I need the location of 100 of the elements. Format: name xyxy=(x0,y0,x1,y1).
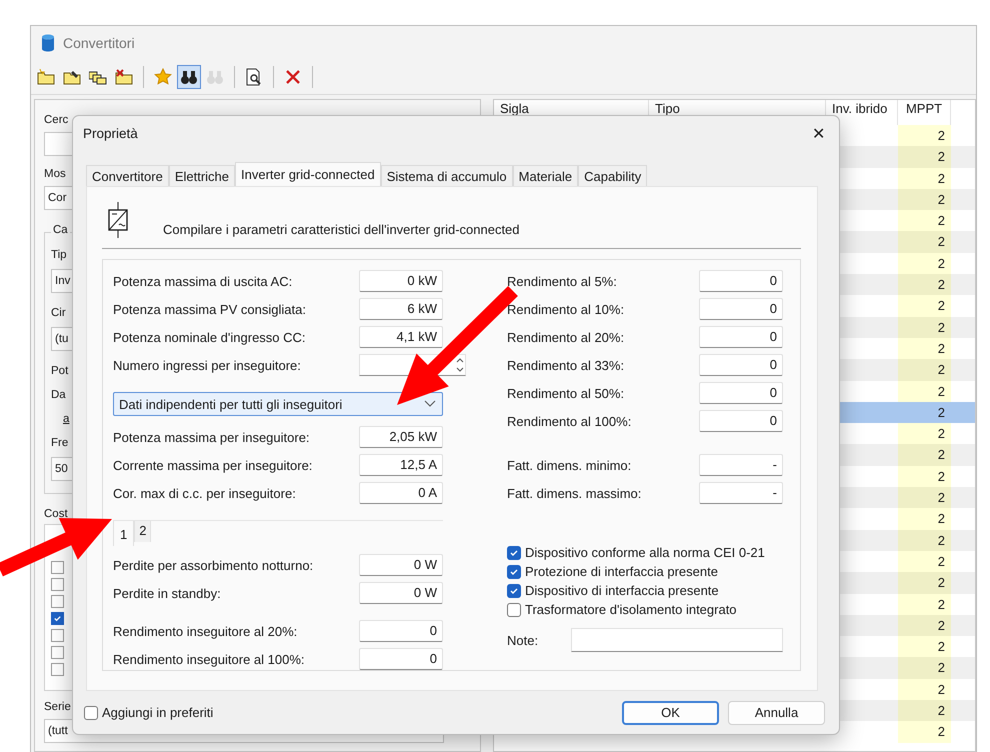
table-cell: 2 xyxy=(898,466,951,488)
field-label: Potenza nominale d'ingresso CC: xyxy=(113,330,306,344)
table-cell: 2 xyxy=(898,423,951,444)
group-title: Ca xyxy=(51,224,70,236)
cost-label: Cost xyxy=(44,506,68,522)
show-label: Mos xyxy=(44,166,66,182)
filter-label: Cir xyxy=(51,306,66,321)
field-label: Rendimento al 20%: xyxy=(507,330,624,344)
table-cell: 2 xyxy=(898,125,951,146)
list-checkbox[interactable] xyxy=(51,662,64,676)
search-label: Cerc xyxy=(44,113,68,128)
checkbox-label: Protezione di interfaccia presente xyxy=(525,564,718,579)
value-field[interactable]: 4,1 kW xyxy=(359,326,443,348)
value-field[interactable]: 0 W xyxy=(359,582,443,604)
table-cell: 2 xyxy=(898,636,951,658)
tracker-tab[interactable]: 2 xyxy=(134,521,152,542)
table-cell: 2 xyxy=(898,721,951,743)
list-checkbox[interactable] xyxy=(51,612,64,625)
list-checkbox[interactable] xyxy=(51,578,64,591)
field-label: Potenza massima PV consigliata: xyxy=(113,302,306,316)
binoculars-icon xyxy=(180,68,198,84)
field-label: Rendimento al 5%: xyxy=(507,274,617,288)
window-title: Convertitori xyxy=(63,34,135,50)
value-field[interactable]: 0 A xyxy=(359,482,443,504)
tab[interactable]: Convertitore xyxy=(86,165,169,186)
filter-link[interactable]: a xyxy=(51,408,70,429)
field-label: Numero ingressi per inseguitore: xyxy=(113,358,301,372)
folders-icon xyxy=(89,68,107,84)
filter-label: Tip xyxy=(51,248,67,263)
tab[interactable]: Inverter grid-connected xyxy=(235,162,381,186)
filter-label: Fre xyxy=(51,436,68,451)
table-cell: 2 xyxy=(898,168,951,189)
dialog-button[interactable]: Annulla xyxy=(728,700,825,724)
table-cell: 2 xyxy=(898,274,951,296)
table-cell: 2 xyxy=(898,316,951,338)
list-checkbox[interactable] xyxy=(51,560,64,574)
value-field[interactable]: 0 kW xyxy=(359,270,443,292)
favorite-checkbox[interactable] xyxy=(84,706,98,720)
star-icon xyxy=(154,68,172,86)
section-description: Compilare i parametri caratteristici dell'inverter grid-connected xyxy=(163,222,520,237)
table-cell: 2 xyxy=(898,444,951,466)
value-field[interactable]: 0 xyxy=(699,298,783,320)
field-label: Cor. max di c.c. per inseguitore: xyxy=(113,486,296,500)
value-field[interactable]: 12,5 A xyxy=(359,454,443,476)
value-field[interactable]: 6 kW xyxy=(359,298,443,320)
option-checkbox[interactable] xyxy=(507,602,521,616)
list-checkbox[interactable] xyxy=(51,628,64,642)
edit-folder-icon xyxy=(63,68,81,84)
field-label: Rendimento al 10%: xyxy=(507,302,624,316)
value-field[interactable]: 0 xyxy=(699,354,783,376)
field-label: Fatt. dimens. minimo: xyxy=(507,458,632,472)
value-field[interactable]: 0 W xyxy=(359,554,443,576)
value-field[interactable]: - xyxy=(699,482,783,504)
list-checkbox[interactable] xyxy=(51,646,64,659)
value-field[interactable]: 0 xyxy=(699,382,783,404)
table-cell: 2 xyxy=(898,231,951,253)
tab[interactable]: Capability xyxy=(578,165,648,186)
table-cell: 2 xyxy=(898,146,951,168)
tab[interactable]: Materiale xyxy=(512,165,578,186)
dialog-button[interactable]: OK xyxy=(622,700,719,724)
table-cell: 2 xyxy=(898,252,951,274)
table-cell: 2 xyxy=(898,657,951,679)
chevron-down-icon xyxy=(424,400,436,408)
option-checkbox[interactable] xyxy=(507,546,521,560)
delete-icon xyxy=(285,68,301,84)
field-label: Rendimento al 33%: xyxy=(507,358,624,372)
value-field[interactable]: 0 xyxy=(699,410,783,432)
series-label: Serie xyxy=(44,700,71,715)
field-label: Potenza massima di uscita AC: xyxy=(113,274,292,288)
value-field[interactable]: 0 xyxy=(699,270,783,292)
value-field[interactable]: - xyxy=(699,454,783,476)
filter-label: Da xyxy=(51,388,66,403)
table-cell: 2 xyxy=(898,188,951,210)
option-checkbox[interactable] xyxy=(507,564,521,578)
checkbox-label: Trasformatore d'isolamento integrato xyxy=(525,602,737,617)
document-search-icon xyxy=(246,68,262,86)
checkbox-label: Dispositivo di interfaccia presente xyxy=(525,583,719,598)
checkbox-label: Dispositivo conforme alla norma CEI 0-21 xyxy=(525,545,765,560)
table-cell: 2 xyxy=(898,508,951,530)
value-field[interactable]: 0 xyxy=(359,620,443,642)
toolbar-button[interactable] xyxy=(177,64,201,88)
value-field[interactable]: 2,05 kW xyxy=(359,426,443,448)
value-field[interactable]: 0 xyxy=(699,326,783,348)
new-folder-icon xyxy=(37,68,55,84)
table-cell: 2 xyxy=(898,572,951,594)
close-button[interactable]: ✕ xyxy=(808,124,829,144)
tab[interactable]: Sistema di accumulo xyxy=(380,165,513,186)
table-cell: 2 xyxy=(898,295,951,317)
field-label: Fatt. dimens. massimo: xyxy=(507,486,642,500)
note-field[interactable] xyxy=(571,628,783,652)
option-checkbox[interactable] xyxy=(507,584,521,598)
list-checkbox[interactable] xyxy=(51,594,64,608)
filter-label: Pot xyxy=(51,364,68,379)
field-label: Perdite per assorbimento notturno: xyxy=(113,558,314,572)
tab[interactable]: Elettriche xyxy=(168,165,236,186)
value-field[interactable]: 0 xyxy=(359,648,443,670)
note-label: Note: xyxy=(507,632,538,648)
table-cell: 2 xyxy=(898,530,951,551)
mode-dropdown[interactable]: Dati indipendenti per tutti gli inseguitori xyxy=(113,392,443,416)
tracker-tab[interactable]: 1 xyxy=(113,521,134,546)
